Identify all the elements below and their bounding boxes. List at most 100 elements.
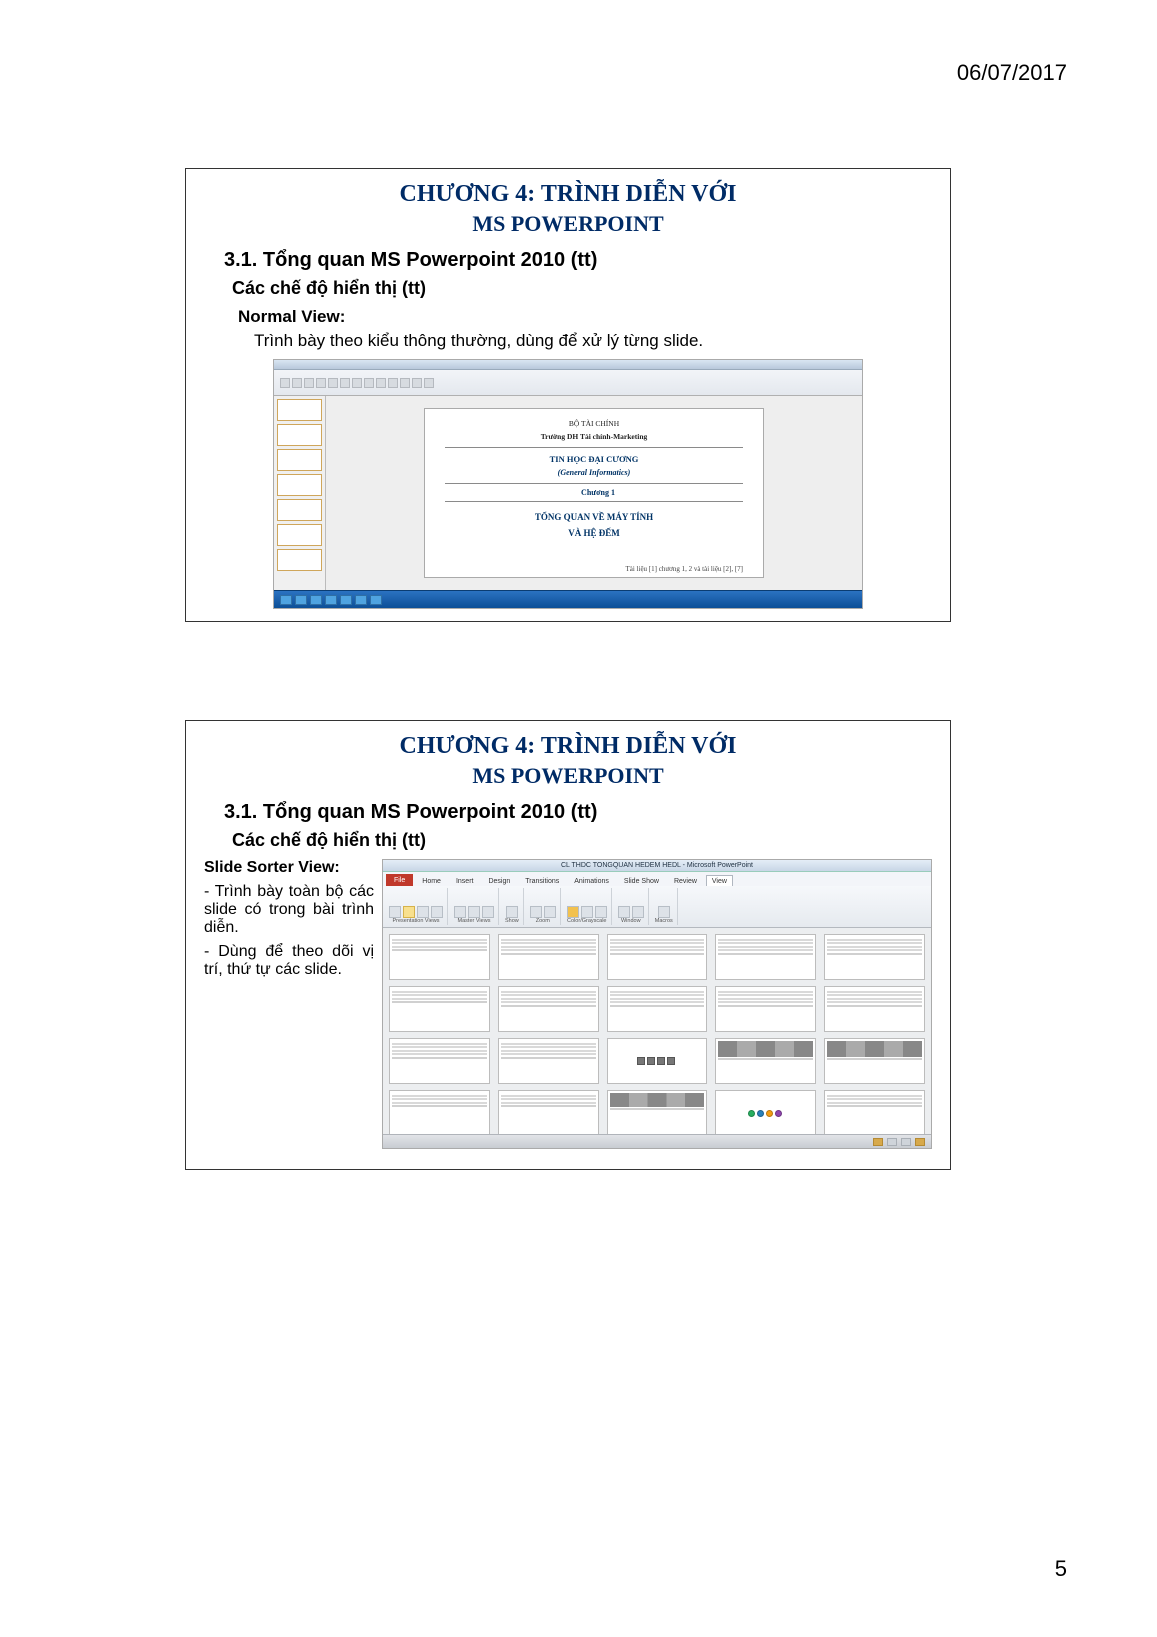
inner-big1: TỔNG QUAN VỀ MÁY TÍNH	[535, 512, 653, 522]
zoom-button[interactable]	[530, 906, 542, 918]
slide-sorter-grid[interactable]	[383, 928, 931, 1134]
ribbon-tabs[interactable]: File Home Insert Design Transitions Anim…	[383, 872, 931, 886]
slide-sorter-button[interactable]	[403, 906, 415, 918]
grayscale-button[interactable]	[581, 906, 593, 918]
tab-slideshow[interactable]: Slide Show	[618, 875, 665, 886]
thumbnail[interactable]	[277, 449, 322, 471]
shot2-titlebar: CL THDC TONGQUAN HEDEM HEDL - Microsoft …	[383, 860, 931, 872]
sorter-thumb[interactable]	[715, 934, 816, 980]
windows-taskbar[interactable]	[274, 590, 862, 608]
slide-master-button[interactable]	[454, 906, 466, 918]
sorter-thumb[interactable]	[498, 1090, 599, 1134]
taskbar-item[interactable]	[310, 595, 322, 605]
tab-file[interactable]: File	[386, 874, 413, 886]
bw-button[interactable]	[595, 906, 607, 918]
switch-windows-button[interactable]	[632, 906, 644, 918]
tab-view[interactable]: View	[706, 875, 733, 886]
thumbnail[interactable]	[277, 424, 322, 446]
sorter-thumb[interactable]	[824, 1090, 925, 1134]
sorter-thumb[interactable]	[607, 934, 708, 980]
ribbon-button[interactable]	[292, 378, 302, 388]
ribbon-button[interactable]	[400, 378, 410, 388]
ribbon-group-window: Window	[614, 888, 649, 925]
normal-view-label: Normal View	[238, 307, 340, 326]
sorter-thumb[interactable]	[389, 986, 490, 1032]
group-label: Macros	[655, 918, 673, 924]
taskbar-item[interactable]	[295, 595, 307, 605]
ribbon-button[interactable]	[388, 378, 398, 388]
thumbnail[interactable]	[277, 549, 322, 571]
sorter-thumb[interactable]	[389, 1090, 490, 1134]
sorter-thumb[interactable]	[389, 1038, 490, 1084]
taskbar-item[interactable]	[370, 595, 382, 605]
tab-design[interactable]: Design	[482, 875, 516, 886]
sorter-thumb[interactable]	[498, 986, 599, 1032]
sorter-thumb[interactable]	[715, 1038, 816, 1084]
ribbon-group-master-views: Master Views	[450, 888, 499, 925]
sorter-thumb[interactable]	[607, 986, 708, 1032]
tab-insert[interactable]: Insert	[450, 875, 480, 886]
reading-view-button[interactable]	[431, 906, 443, 918]
slide1-section: 3.1. Tổng quan MS Powerpoint 2010 (tt)	[224, 249, 950, 272]
normal-view-button[interactable]	[389, 906, 401, 918]
inner-line2: Trường DH Tài chính-Marketing	[445, 430, 743, 443]
ribbon-button[interactable]	[328, 378, 338, 388]
slide2-left-p1: - Trình bày toàn bộ các slide có trong b…	[204, 883, 374, 937]
view-slideshow-icon[interactable]	[915, 1138, 925, 1146]
slide-sorter-label: Slide Sorter View:	[204, 859, 374, 877]
ribbon-button[interactable]	[340, 378, 350, 388]
thumbnail[interactable]	[277, 399, 322, 421]
sorter-thumb[interactable]	[607, 1090, 708, 1134]
slide2-title-line1: CHƯƠNG 4: TRÌNH DIỄN VỚI	[186, 721, 950, 761]
view-normal-icon[interactable]	[873, 1138, 883, 1146]
page-date: 06/07/2017	[957, 60, 1067, 86]
ribbon-button[interactable]	[280, 378, 290, 388]
ribbon-button[interactable]	[376, 378, 386, 388]
new-window-button[interactable]	[618, 906, 630, 918]
fit-to-window-button[interactable]	[544, 906, 556, 918]
ruler-checkbox[interactable]	[506, 906, 518, 918]
ribbon-button[interactable]	[304, 378, 314, 388]
sorter-thumb[interactable]	[389, 934, 490, 980]
ribbon-button[interactable]	[412, 378, 422, 388]
sorter-thumb[interactable]	[498, 934, 599, 980]
notes-page-button[interactable]	[417, 906, 429, 918]
ribbon-button[interactable]	[352, 378, 362, 388]
ribbon-button[interactable]	[316, 378, 326, 388]
ribbon-group-color: Color/Grayscale	[563, 888, 612, 925]
slide1-body: Trình bày theo kiểu thông thường, dùng đ…	[254, 331, 950, 351]
notes-master-button[interactable]	[482, 906, 494, 918]
slide-canvas[interactable]: BỘ TÀI CHÍNH Trường DH Tài chính-Marketi…	[326, 396, 862, 590]
sorter-thumb[interactable]	[824, 934, 925, 980]
ribbon-button[interactable]	[364, 378, 374, 388]
tab-animations[interactable]: Animations	[568, 875, 615, 886]
sorter-thumb[interactable]	[824, 1038, 925, 1084]
slide-thumbnails-pane[interactable]	[274, 396, 326, 590]
taskbar-item[interactable]	[340, 595, 352, 605]
thumbnail[interactable]	[277, 524, 322, 546]
handout-master-button[interactable]	[468, 906, 480, 918]
inner-chapter: Chương 1	[573, 488, 615, 497]
sorter-thumb[interactable]	[824, 986, 925, 1032]
tab-transitions[interactable]: Transitions	[519, 875, 565, 886]
sorter-thumb[interactable]	[715, 986, 816, 1032]
thumbnail[interactable]	[277, 499, 322, 521]
taskbar-item[interactable]	[325, 595, 337, 605]
tab-review[interactable]: Review	[668, 875, 703, 886]
taskbar-item[interactable]	[355, 595, 367, 605]
inner-line3: TIN HỌC ĐẠI CƯƠNG	[445, 452, 743, 466]
sorter-thumb[interactable]	[498, 1038, 599, 1084]
macros-button[interactable]	[658, 906, 670, 918]
view-sorter-icon[interactable]	[887, 1138, 897, 1146]
color-button[interactable]	[567, 906, 579, 918]
tab-home[interactable]: Home	[416, 875, 447, 886]
sorter-thumb[interactable]	[607, 1038, 708, 1084]
slide-2: CHƯƠNG 4: TRÌNH DIỄN VỚI MS POWERPOINT 3…	[185, 720, 951, 1170]
thumbnail[interactable]	[277, 474, 322, 496]
powerpoint-slide-sorter-screenshot: CL THDC TONGQUAN HEDEM HEDL - Microsoft …	[382, 859, 932, 1149]
taskbar-item[interactable]	[280, 595, 292, 605]
ribbon-button[interactable]	[424, 378, 434, 388]
view-reading-icon[interactable]	[901, 1138, 911, 1146]
slide1-title-line1: CHƯƠNG 4: TRÌNH DIỄN VỚI	[186, 169, 950, 209]
sorter-thumb[interactable]	[715, 1090, 816, 1134]
